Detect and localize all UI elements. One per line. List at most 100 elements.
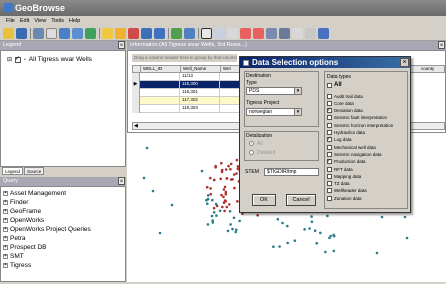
- data-type-checkbox[interactable]: [327, 93, 332, 99]
- legend-item[interactable]: ⊟ • All Tigress wvar Wells: [7, 55, 123, 64]
- menu-help[interactable]: Help: [69, 18, 80, 26]
- table-row[interactable]: 118,303: [132, 105, 242, 113]
- menu-file[interactable]: File: [6, 18, 15, 26]
- well-marker[interactable]: [206, 223, 210, 226]
- well-marker[interactable]: [220, 161, 223, 165]
- data-type-all-checkbox[interactable]: [327, 82, 332, 88]
- refresh-icon[interactable]: [171, 28, 182, 39]
- expand-plus-icon[interactable]: +: [3, 254, 8, 259]
- well-marker[interactable]: [324, 250, 327, 254]
- well-marker[interactable]: [220, 170, 224, 174]
- well-marker[interactable]: [218, 209, 222, 213]
- query-item-openworks-project-queries[interactable]: + OpenWorks Project Queries: [3, 225, 123, 234]
- dialog-title-bar[interactable]: Data Selection options: [240, 57, 410, 68]
- well-marker[interactable]: [212, 211, 216, 214]
- data-type-checkbox[interactable]: [327, 122, 332, 128]
- menu-view[interactable]: View: [34, 18, 46, 26]
- expand-plus-icon[interactable]: +: [3, 218, 8, 223]
- well-marker[interactable]: [276, 217, 280, 221]
- data-type-all[interactable]: All: [327, 82, 342, 88]
- well-marker[interactable]: [286, 224, 289, 228]
- well-marker[interactable]: [211, 198, 214, 202]
- query-item-petra[interactable]: + Petra: [3, 234, 123, 243]
- table-row[interactable]: 117,302: [132, 97, 242, 105]
- ok-button[interactable]: OK: [252, 194, 276, 206]
- zoom-icon[interactable]: [184, 28, 195, 39]
- well-marker[interactable]: [235, 172, 238, 175]
- legend-checkbox[interactable]: [15, 55, 22, 63]
- ruler-icon[interactable]: [266, 28, 277, 39]
- data-type-checkbox[interactable]: [327, 151, 332, 157]
- well-marker[interactable]: [235, 228, 238, 232]
- expand-plus-icon[interactable]: +: [3, 245, 8, 250]
- well-marker[interactable]: [332, 249, 336, 253]
- data-type-option[interactable]: Hydraulics data: [327, 130, 365, 136]
- tab-source[interactable]: Source: [24, 167, 45, 175]
- layer-yellow-icon[interactable]: [102, 28, 113, 39]
- radio-all[interactable]: [249, 141, 254, 146]
- well-marker[interactable]: [209, 176, 212, 180]
- expand-plus-icon[interactable]: +: [3, 227, 8, 232]
- table-icon[interactable]: [59, 28, 70, 39]
- data-type-checkbox[interactable]: [327, 181, 332, 187]
- search-icon[interactable]: [214, 28, 225, 39]
- well-marker[interactable]: [310, 215, 313, 218]
- well-marker[interactable]: [315, 241, 318, 245]
- well-marker[interactable]: [206, 202, 209, 205]
- expand-plus-icon[interactable]: +: [3, 263, 8, 268]
- query-item-smt[interactable]: + SMT: [3, 252, 123, 261]
- well-marker[interactable]: [226, 229, 230, 233]
- well-marker[interactable]: [225, 205, 229, 209]
- well-marker[interactable]: [231, 227, 234, 231]
- well-marker[interactable]: [158, 231, 162, 235]
- well-marker[interactable]: [210, 214, 214, 218]
- well-marker[interactable]: [232, 173, 236, 176]
- expand-plus-icon[interactable]: +: [3, 191, 8, 196]
- layer-red-icon[interactable]: [128, 28, 139, 39]
- expand-plus-icon[interactable]: +: [3, 209, 8, 214]
- column-header-well-id[interactable]: WELL_ID: [141, 66, 181, 72]
- expand-minus-icon[interactable]: ⊟: [7, 56, 12, 63]
- stem-input[interactable]: $TIGDIR/tmp: [264, 168, 319, 176]
- well-marker[interactable]: [326, 214, 329, 218]
- well-marker[interactable]: [278, 245, 281, 248]
- data-type-option[interactable]: Seismic fault interpretation: [327, 115, 387, 121]
- well-marker[interactable]: [308, 227, 311, 230]
- well-marker[interactable]: [403, 215, 407, 219]
- data-type-option[interactable]: Audit trail data: [327, 93, 363, 99]
- well-marker[interactable]: [222, 201, 226, 204]
- shape-icon[interactable]: [279, 28, 290, 39]
- well-marker[interactable]: [224, 168, 228, 171]
- well-marker[interactable]: [303, 228, 306, 231]
- table-row[interactable]: 116,301: [132, 89, 242, 97]
- well-marker[interactable]: [223, 209, 226, 213]
- query-item-tigress[interactable]: + Tigress: [3, 261, 123, 270]
- data-type-checkbox[interactable]: [327, 136, 332, 143]
- data-type-option[interactable]: Wellheader data: [327, 188, 367, 194]
- data-type-checkbox[interactable]: [327, 115, 332, 121]
- well-marker[interactable]: [286, 241, 289, 245]
- well-marker[interactable]: [227, 164, 230, 168]
- expand-plus-icon[interactable]: +: [3, 200, 8, 205]
- well-marker[interactable]: [206, 197, 210, 201]
- well-marker[interactable]: [328, 236, 331, 240]
- open-folder-icon[interactable]: [3, 28, 14, 39]
- help-icon[interactable]: [318, 28, 329, 39]
- save-icon[interactable]: [16, 28, 27, 39]
- well-marker[interactable]: [229, 223, 232, 226]
- well-marker[interactable]: [229, 167, 232, 171]
- row-selector[interactable]: [132, 97, 140, 105]
- scroll-left-icon[interactable]: ◀: [134, 123, 138, 129]
- row-selector[interactable]: [132, 105, 140, 113]
- column-header-well-name[interactable]: Well_Name: [181, 66, 221, 72]
- grid-icon[interactable]: [46, 28, 57, 39]
- well-marker[interactable]: [231, 178, 234, 181]
- chevron-down-icon[interactable]: ▾: [294, 88, 301, 94]
- menu-tools[interactable]: Tools: [51, 18, 64, 26]
- table-row-selected[interactable]: ▶ 115,300: [132, 81, 242, 89]
- well-marker[interactable]: [206, 194, 210, 197]
- well-marker[interactable]: [228, 210, 232, 213]
- data-type-option[interactable]: Mapping data: [327, 173, 361, 179]
- well-marker[interactable]: [214, 202, 218, 206]
- menu-edit[interactable]: Edit: [20, 18, 29, 26]
